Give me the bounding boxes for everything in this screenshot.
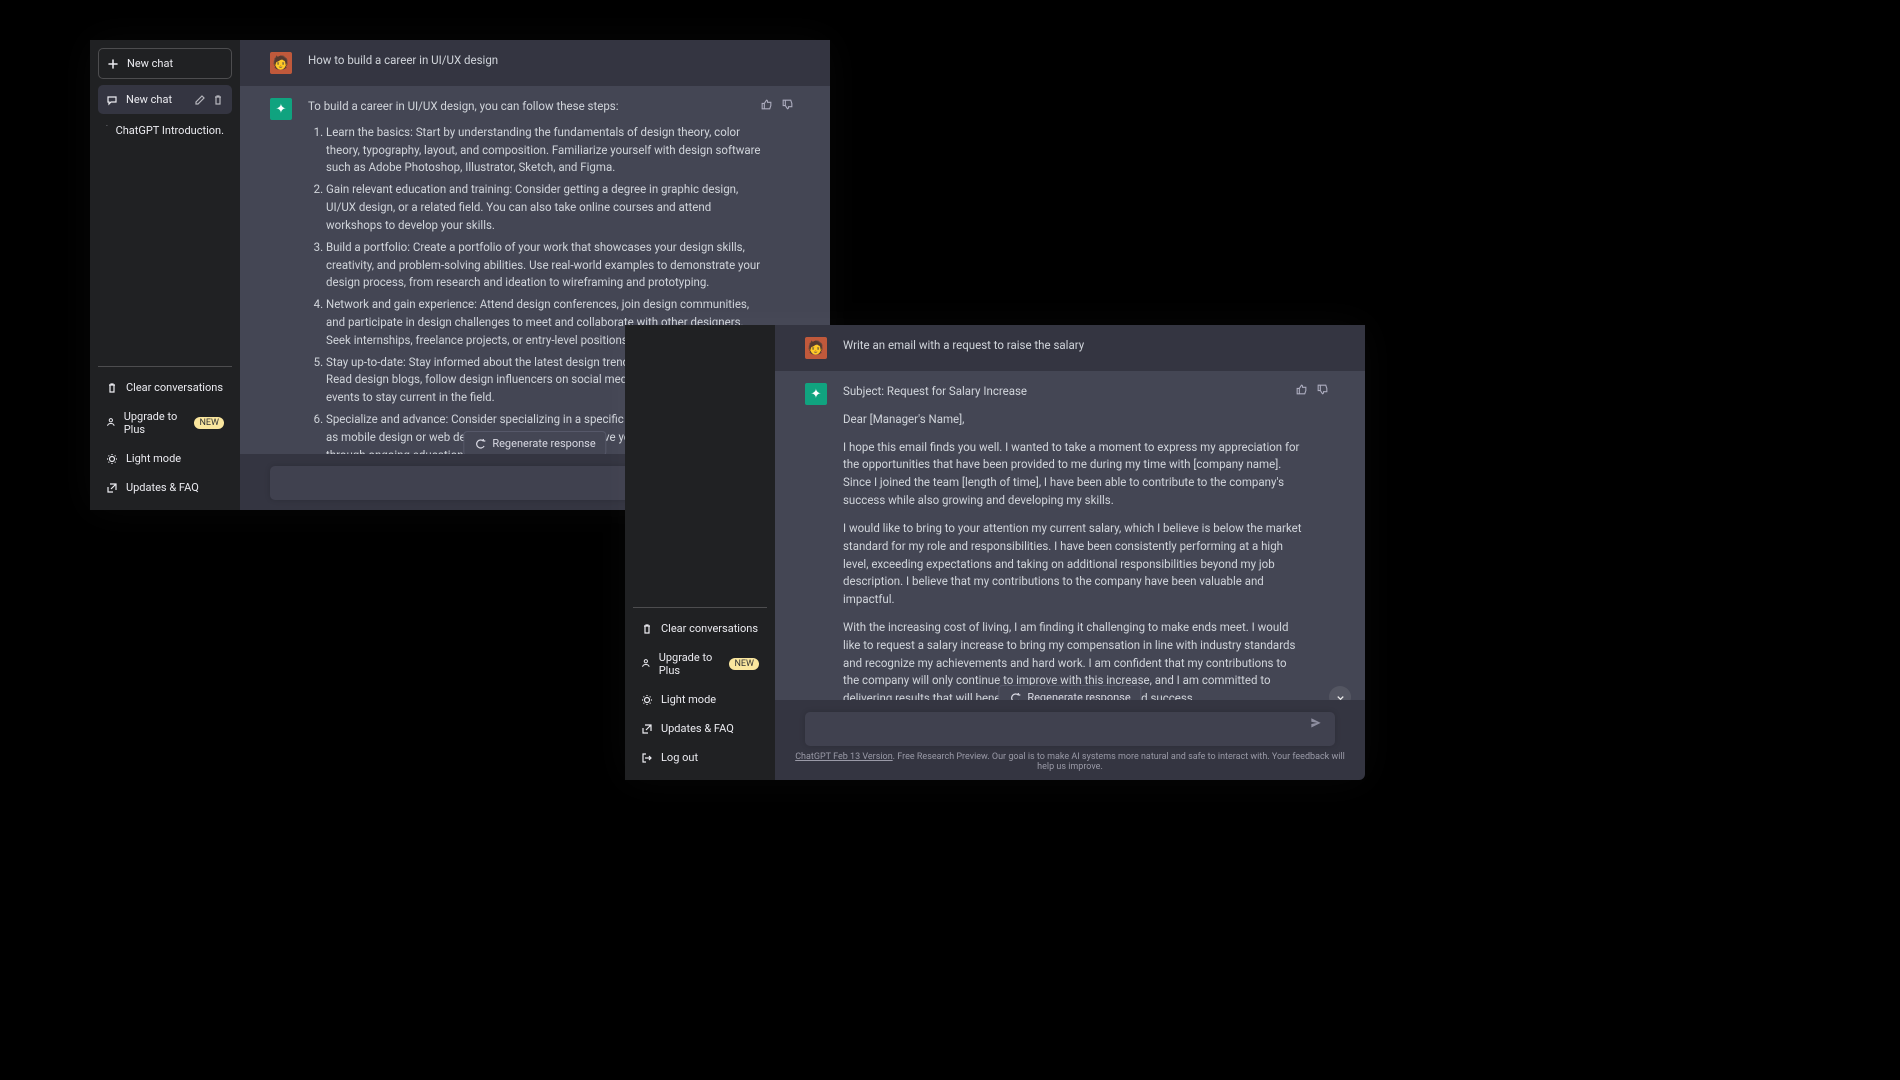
- feedback-buttons: [760, 98, 794, 111]
- thumbs-up-icon[interactable]: [1295, 383, 1308, 396]
- assistant-paragraph: I would like to bring to your attention …: [843, 520, 1303, 609]
- assistant-step: Learn the basics: Start by understanding…: [326, 124, 768, 177]
- user-message: 🧑 How to build a career in UI/UX design: [240, 40, 830, 86]
- chat-item-label: ChatGPT Introduction.: [116, 124, 224, 137]
- new-badge: NEW: [194, 417, 224, 429]
- thumbs-down-icon[interactable]: [781, 98, 794, 111]
- external-icon: [641, 723, 653, 735]
- plus-icon: [107, 58, 119, 70]
- assistant-message: ✦ Subject: Request for Salary Increase D…: [775, 371, 1365, 700]
- label: Regenerate response: [492, 437, 595, 450]
- input-area: [775, 700, 1365, 748]
- label: Light mode: [126, 452, 181, 465]
- user-icon: [641, 658, 651, 670]
- new-chat-button[interactable]: New chat: [98, 48, 232, 79]
- assistant-paragraph: Dear [Manager's Name],: [843, 411, 1303, 429]
- sidebar-bottom: Clear conversations Upgrade to Plus NEW …: [633, 607, 767, 772]
- regenerate-button[interactable]: Regenerate response: [463, 431, 606, 456]
- footer-rest: . Free Research Preview. Our goal is to …: [893, 752, 1345, 772]
- footer-text: ChatGPT Feb 13 Version. Free Research Pr…: [775, 748, 1365, 780]
- sidebar: New chat New chat ChatGPT Introduction. …: [90, 40, 240, 510]
- feedback-buttons: [1295, 383, 1329, 396]
- assistant-avatar: ✦: [270, 98, 292, 120]
- label: Upgrade to Plus: [124, 410, 187, 436]
- faq-button[interactable]: Updates & FAQ: [633, 714, 767, 743]
- logout-icon: [641, 752, 653, 764]
- assistant-step: Gain relevant education and training: Co…: [326, 181, 768, 234]
- faq-button[interactable]: Updates & FAQ: [98, 473, 232, 502]
- version-link[interactable]: ChatGPT Feb 13 Version: [795, 752, 892, 762]
- thumbs-down-icon[interactable]: [1316, 383, 1329, 396]
- label: Clear conversations: [661, 622, 758, 635]
- label: Light mode: [661, 693, 716, 706]
- chat-icon: [106, 94, 118, 106]
- logout-button[interactable]: Log out: [633, 743, 767, 772]
- main-panel: 🧑 Write an email with a request to raise…: [775, 325, 1365, 780]
- user-avatar: 🧑: [270, 52, 292, 74]
- sidebar: Clear conversations Upgrade to Plus NEW …: [625, 325, 775, 780]
- chat-icon: [106, 125, 108, 137]
- new-badge: NEW: [729, 658, 759, 670]
- assistant-paragraph: I hope this email finds you well. I want…: [843, 439, 1303, 510]
- chat-input[interactable]: [805, 712, 1335, 746]
- user-message: 🧑 Write an email with a request to raise…: [775, 325, 1365, 371]
- chatgpt-window-b: Clear conversations Upgrade to Plus NEW …: [625, 325, 1365, 780]
- sun-icon: [641, 694, 653, 706]
- assistant-intro: To build a career in UI/UX design, you c…: [308, 98, 768, 116]
- thumbs-up-icon[interactable]: [760, 98, 773, 111]
- chat-item-label: New chat: [126, 93, 172, 106]
- label: Clear conversations: [126, 381, 223, 394]
- upgrade-button[interactable]: Upgrade to Plus NEW: [633, 643, 767, 685]
- sidebar-chat-item-active[interactable]: New chat: [98, 85, 232, 114]
- label: Updates & FAQ: [126, 481, 199, 494]
- assistant-subject: Subject: Request for Salary Increase: [843, 383, 1303, 401]
- trash-icon: [641, 623, 653, 635]
- sidebar-bottom: Clear conversations Upgrade to Plus NEW …: [98, 366, 232, 502]
- user-avatar: 🧑: [805, 337, 827, 359]
- trash-icon: [106, 382, 118, 394]
- refresh-icon: [474, 438, 486, 450]
- assistant-step: Build a portfolio: Create a portfolio of…: [326, 239, 768, 292]
- new-chat-label: New chat: [127, 57, 173, 70]
- clear-conversations-button[interactable]: Clear conversations: [98, 373, 232, 402]
- assistant-text: Subject: Request for Salary Increase Dea…: [843, 383, 1303, 688]
- edit-icon[interactable]: [194, 94, 206, 106]
- external-icon: [106, 482, 118, 494]
- user-text: How to build a career in UI/UX design: [308, 52, 768, 74]
- label: Log out: [661, 751, 698, 764]
- user-icon: [106, 417, 116, 429]
- send-button[interactable]: [1309, 716, 1323, 730]
- trash-icon[interactable]: [212, 94, 224, 106]
- label: Updates & FAQ: [661, 722, 734, 735]
- sidebar-chat-item[interactable]: ChatGPT Introduction.: [98, 116, 232, 145]
- label: Upgrade to Plus: [659, 651, 722, 677]
- sun-icon: [106, 453, 118, 465]
- clear-conversations-button[interactable]: Clear conversations: [633, 614, 767, 643]
- user-text: Write an email with a request to raise t…: [843, 337, 1303, 359]
- upgrade-button[interactable]: Upgrade to Plus NEW: [98, 402, 232, 444]
- light-mode-button[interactable]: Light mode: [98, 444, 232, 473]
- assistant-avatar: ✦: [805, 383, 827, 405]
- light-mode-button[interactable]: Light mode: [633, 685, 767, 714]
